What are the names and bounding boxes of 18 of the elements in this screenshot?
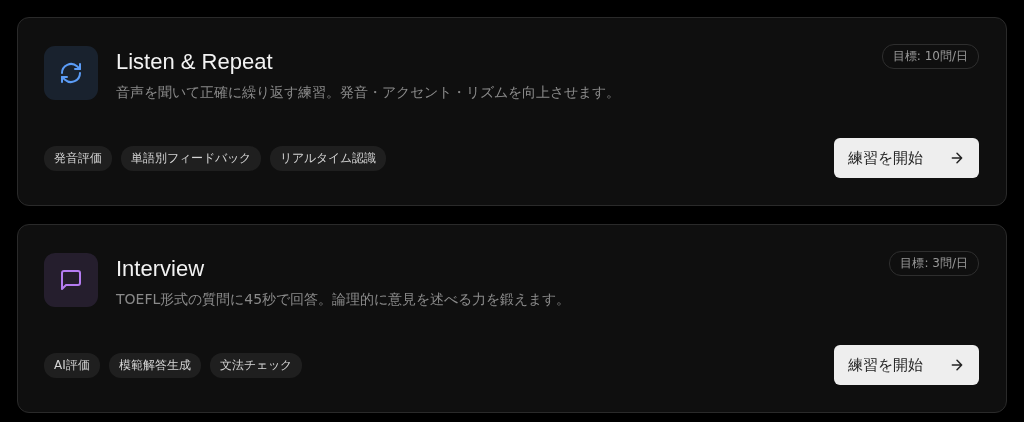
feature-tag: 文法チェック — [209, 352, 302, 378]
chat-icon — [59, 268, 83, 292]
start-practice-button[interactable]: 練習を開始 — [834, 345, 979, 385]
feature-tag: AI評価 — [44, 352, 100, 378]
refresh-icon — [59, 61, 83, 85]
card-title: Listen & Repeat — [116, 48, 274, 76]
card-description: TOEFL形式の質問に45秒で回答。論理的に意見を述べる力を鍛えます。 — [116, 290, 572, 309]
goal-badge: 目標: 3問/日 — [889, 251, 979, 276]
feature-tag: 模範解答生成 — [108, 352, 201, 378]
card-title: Interview — [116, 255, 206, 283]
feature-tag: 発音評価 — [44, 145, 112, 171]
feature-tag: 単語別フィードバック — [121, 145, 261, 171]
arrow-right-icon — [949, 357, 965, 373]
card-description: 音声を聞いて正確に繰り返す練習。発音・アクセント・リズムを向上させます。 — [116, 83, 621, 102]
feature-tag: リアルタイム認識 — [270, 145, 386, 171]
goal-badge: 目標: 10問/日 — [881, 44, 979, 69]
start-practice-button[interactable]: 練習を開始 — [834, 138, 979, 178]
arrow-right-icon — [949, 150, 965, 166]
